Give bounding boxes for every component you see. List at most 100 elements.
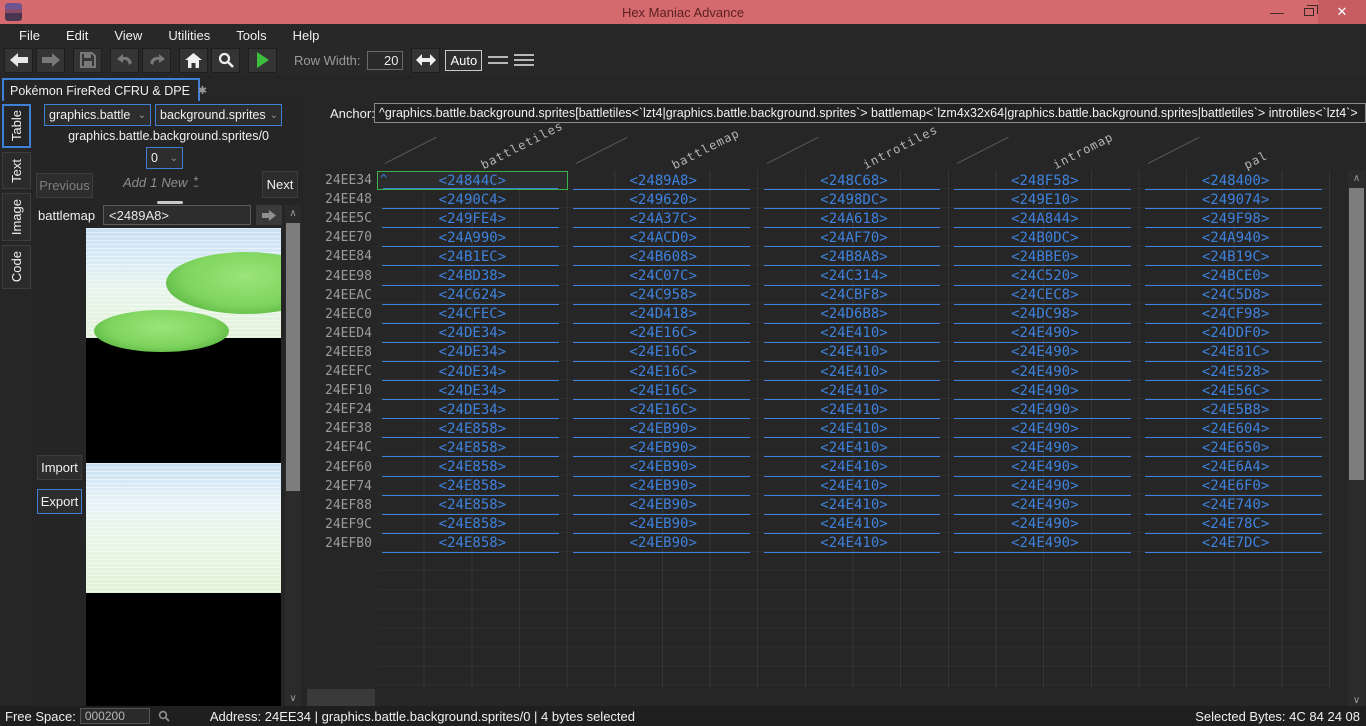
hex-scrollbar-thumb[interactable] [1349, 188, 1364, 480]
pointer-cell[interactable]: <24EB90> [568, 496, 759, 515]
minimize-button[interactable]: — [1262, 0, 1292, 24]
next-button[interactable]: Next [262, 171, 298, 198]
pointer-cell[interactable]: <24EB90> [568, 458, 759, 477]
pointer-cell[interactable]: <24E858> [377, 496, 568, 515]
pointer-cell[interactable]: <24E78C> [1140, 515, 1331, 534]
pointer-cell[interactable]: <24E490> [949, 515, 1140, 534]
pointer-cell[interactable]: <24E858> [377, 534, 568, 553]
pointer-cell[interactable]: <24E410> [759, 438, 950, 457]
pointer-cell[interactable]: <24BBE0> [949, 247, 1140, 266]
save-button[interactable] [73, 48, 102, 73]
pointer-cell[interactable]: <24E410> [759, 477, 950, 496]
home-button[interactable] [179, 48, 208, 73]
pointer-cell[interactable]: <24E490> [949, 458, 1140, 477]
stretch-button[interactable] [411, 48, 440, 73]
row-width-input[interactable] [367, 51, 403, 70]
pointer-cell[interactable]: <24BD38> [377, 267, 568, 286]
menu-edit[interactable]: Edit [55, 26, 99, 45]
pointer-cell[interactable]: <24EB90> [568, 534, 759, 553]
table-group-dropdown[interactable]: graphics.battle⌄ [44, 104, 151, 126]
pointer-cell[interactable]: <24DDF0> [1140, 324, 1331, 343]
splitter-handle[interactable] [157, 201, 183, 204]
pointer-cell[interactable]: <24E410> [759, 515, 950, 534]
import-button[interactable]: Import [37, 455, 82, 480]
pointer-cell[interactable]: <24B1EC> [377, 247, 568, 266]
hex-scrollbar[interactable]: ∧ ∨ [1348, 170, 1365, 708]
tab-table[interactable]: Table [2, 104, 31, 148]
pointer-cell[interactable]: <248F58> [949, 171, 1140, 190]
pointer-cell[interactable]: <24A990> [377, 228, 568, 247]
pointer-cell[interactable]: <24BCE0> [1140, 267, 1331, 286]
pointer-cell[interactable]: <24DE34> [377, 324, 568, 343]
pointer-cell[interactable]: <24A37C> [568, 209, 759, 228]
pointer-cell[interactable]: <24E528> [1140, 362, 1331, 381]
pointer-cell[interactable]: <2498DC> [759, 190, 950, 209]
pointer-cell[interactable]: <24EB90> [568, 438, 759, 457]
pointer-cell[interactable]: <24E858> [377, 419, 568, 438]
pointer-cell[interactable]: <24E410> [759, 419, 950, 438]
menu-file[interactable]: File [8, 26, 51, 45]
menu-tools[interactable]: Tools [225, 26, 277, 45]
auto-width-button[interactable]: Auto [445, 50, 482, 71]
pointer-cell[interactable]: <2489A8> [568, 171, 759, 190]
pointer-cell[interactable]: <24EB90> [568, 477, 759, 496]
previous-button[interactable]: Previous [36, 173, 93, 198]
add-new-button[interactable]: Add 1 New + − [123, 175, 199, 190]
pointer-cell[interactable]: <249074> [1140, 190, 1331, 209]
pointer-cell[interactable]: <24DE34> [377, 400, 568, 419]
anchor-input[interactable] [374, 103, 1366, 123]
horizontal-scrollbar-thumb[interactable] [307, 689, 375, 706]
pointer-cell[interactable]: <24E16C> [568, 381, 759, 400]
pointer-cell[interactable]: <248400> [1140, 171, 1331, 190]
scroll-up-icon[interactable]: ∧ [285, 205, 301, 221]
multi-stripe-layout-icon[interactable] [514, 51, 534, 69]
pointer-cell[interactable]: <24DE34> [377, 343, 568, 362]
tab-text[interactable]: Text [2, 152, 31, 189]
document-tab[interactable]: Pokémon FireRed CFRU & DPE ✱ [2, 78, 200, 101]
battlemap-pointer-input[interactable] [103, 205, 251, 225]
pointer-cell[interactable]: <24C624> [377, 286, 568, 305]
pointer-cell[interactable]: <24CEC8> [949, 286, 1140, 305]
goto-pointer-button[interactable] [256, 205, 282, 225]
element-index-dropdown[interactable]: 0⌄ [146, 147, 183, 169]
pointer-cell[interactable]: <24DE34> [377, 381, 568, 400]
pointer-cell[interactable]: <24DE34> [377, 362, 568, 381]
pointer-cell[interactable]: <24E858> [377, 438, 568, 457]
pointer-cell[interactable]: <24E56C> [1140, 381, 1331, 400]
pointer-cell[interactable]: <24E16C> [568, 400, 759, 419]
pointer-cell[interactable]: <24E490> [949, 343, 1140, 362]
pointer-cell[interactable]: <24E490> [949, 496, 1140, 515]
pointer-cell[interactable]: ^<24844C> [377, 171, 568, 190]
pointer-cell[interactable]: <249F98> [1140, 209, 1331, 228]
pointer-cell[interactable]: <24E5B8> [1140, 400, 1331, 419]
pointer-cell[interactable]: <24E81C> [1140, 343, 1331, 362]
pointer-cell[interactable]: <24EB90> [568, 515, 759, 534]
count-stepper[interactable]: + − [193, 176, 198, 190]
pointer-cell[interactable]: <24D418> [568, 305, 759, 324]
pointer-cell[interactable]: <24E6F0> [1140, 477, 1331, 496]
pointer-cell[interactable]: <24E858> [377, 515, 568, 534]
pointer-cell[interactable]: <24ACD0> [568, 228, 759, 247]
pointer-cell[interactable]: <24E490> [949, 324, 1140, 343]
scroll-down-icon[interactable]: ∨ [285, 690, 301, 706]
free-space-input[interactable] [80, 708, 150, 724]
pointer-cell[interactable]: <24C5D8> [1140, 286, 1331, 305]
export-button[interactable]: Export [37, 489, 82, 514]
pointer-cell[interactable]: <24DC98> [949, 305, 1140, 324]
preview-scrollbar[interactable]: ∧ ∨ [285, 205, 301, 706]
pointer-cell[interactable]: <24B19C> [1140, 247, 1331, 266]
pointer-cell[interactable]: <24E490> [949, 534, 1140, 553]
pointer-cell[interactable]: <24E490> [949, 419, 1140, 438]
pointer-cell[interactable]: <24E410> [759, 400, 950, 419]
pointer-cell[interactable]: <24CBF8> [759, 286, 950, 305]
pointer-cell[interactable]: <248C68> [759, 171, 950, 190]
pointer-cell[interactable]: <249FE4> [377, 209, 568, 228]
redo-button[interactable] [142, 48, 171, 73]
tab-dirty-icon[interactable]: ✱ [198, 84, 207, 97]
pointer-cell[interactable]: <24C958> [568, 286, 759, 305]
pointer-cell[interactable]: <249E10> [949, 190, 1140, 209]
pointer-cell[interactable]: <24E410> [759, 381, 950, 400]
close-button[interactable]: ✕ [1318, 0, 1366, 24]
pointer-cell[interactable]: <24E16C> [568, 362, 759, 381]
free-space-search-button[interactable] [158, 710, 170, 722]
